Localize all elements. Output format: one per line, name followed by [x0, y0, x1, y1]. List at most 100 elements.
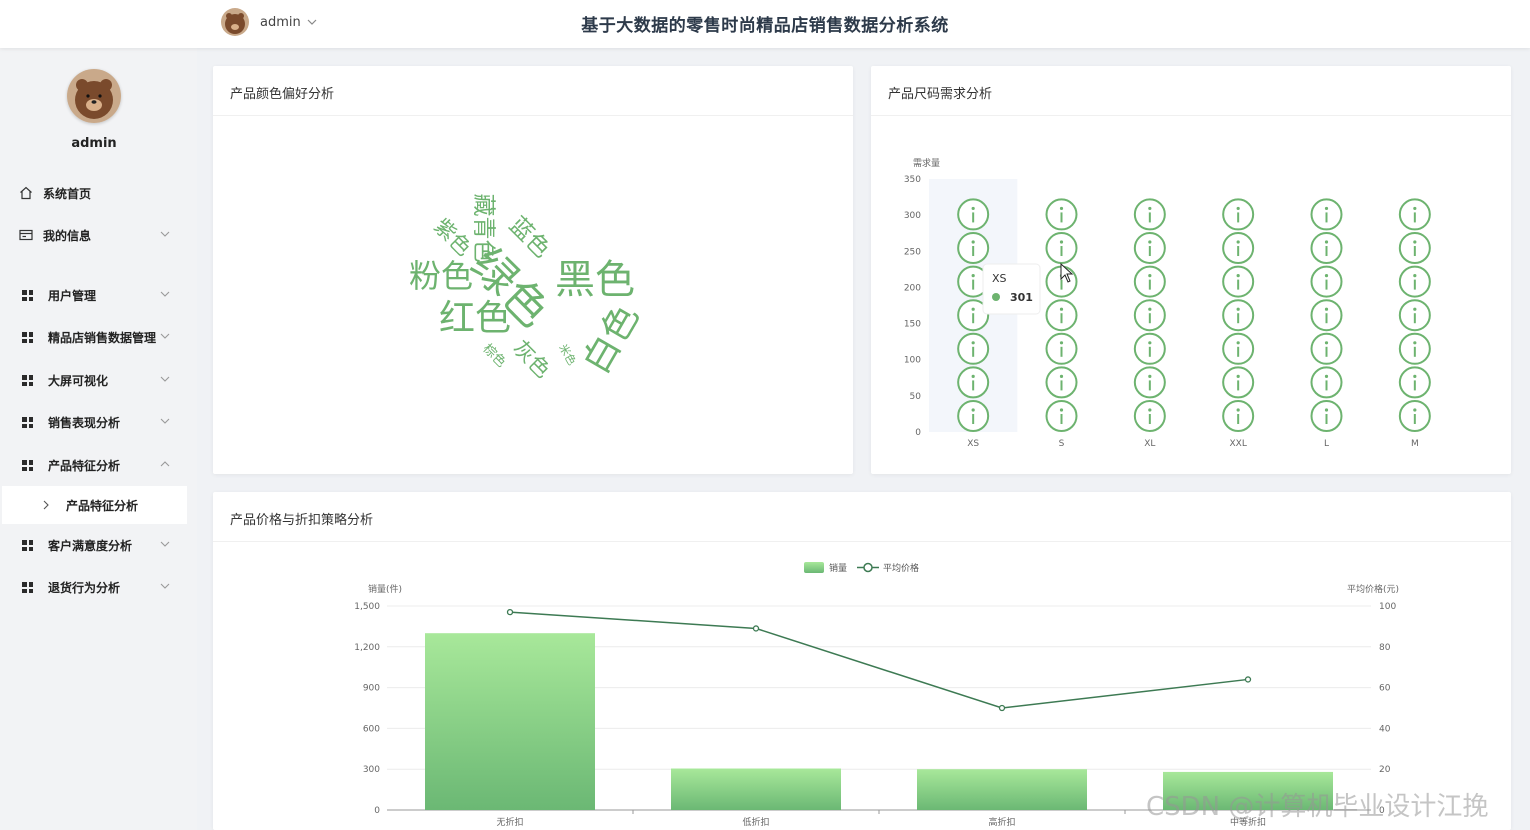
y-tick-label: 200 [904, 283, 921, 293]
info-icon-dot [971, 374, 975, 379]
color-preference-card: 产品颜色偏好分析 绿色 黑色 白色 红色 粉色 藏青色 蓝色 紫色 灰色 棕色 米色 [213, 66, 853, 474]
top-header: admin 基于大数据的零售时尚精品店销售数据分析系统 [0, 0, 1530, 48]
y-tick-label: 350 [904, 175, 921, 185]
chevron-down-icon [160, 541, 170, 547]
bar [671, 768, 841, 810]
chevron-down-icon [160, 583, 170, 589]
info-icon-dot [1324, 274, 1329, 278]
avg-price-line [509, 611, 1249, 709]
info-icon-dot [1324, 374, 1329, 379]
y-tick-right: 40 [1379, 724, 1391, 734]
x-tick-label: L [1324, 439, 1329, 449]
chevron-down-icon [160, 231, 170, 237]
size-demand-chart: 需求量050100150200250300350XS S XL XXL L MXS301 [904, 157, 1431, 449]
info-icon-dot [1236, 408, 1240, 412]
y-tick-left: 0 [374, 806, 380, 816]
size-bar [1398, 198, 1431, 432]
legend-line-marker [863, 562, 873, 573]
info-icon-dot [1236, 274, 1240, 278]
price-discount-card: 产品价格与折扣策略分析 销量 平均价格 销量(件) 平均价格(元) 0 0 300 20 600… [213, 492, 1511, 830]
x-tick-label: 低折扣 [742, 816, 769, 828]
info-icon-dot [1148, 374, 1152, 379]
tooltip-marker [992, 293, 1000, 301]
x-tick-label: XXL [1229, 439, 1246, 449]
info-icon-dot [1324, 341, 1329, 345]
sidebar-item-home[interactable]: 系统首页 [0, 175, 188, 211]
info-icon-dot [1236, 374, 1240, 379]
info-icon-dot [971, 206, 975, 211]
wordcloud-word: 米色 [556, 341, 579, 367]
size-bar [1045, 198, 1078, 432]
sidebar-item-customer-satisfaction[interactable]: 客户满意度分析 [0, 527, 188, 563]
sidebar-item-my-info[interactable]: 我的信息 [0, 217, 188, 253]
y-tick-label: 250 [904, 247, 921, 257]
chevron-down-icon [160, 291, 170, 297]
info-icon-dot [1059, 307, 1064, 311]
sidebar-subitem-product-features[interactable]: 产品特征分析 [2, 486, 187, 524]
sidebar-item-return-behavior[interactable]: 退货行为分析 [0, 569, 188, 605]
line-point [506, 608, 514, 616]
x-tick-label: XS [967, 439, 979, 449]
info-icon-dot [1059, 206, 1064, 211]
info-icon-dot [1059, 341, 1064, 345]
line-point [1244, 676, 1252, 683]
wordcloud-word: 红色 [439, 298, 511, 339]
info-icon-dot [971, 307, 975, 311]
info-icon-dot [971, 274, 975, 278]
size-demand-card: 产品尺码需求分析 需求量 0 50 100 150 200 250 300 350 XS S XL XX… [871, 66, 1511, 474]
legend-label: 平均价格 [883, 562, 919, 574]
y-tick-left: 600 [363, 724, 380, 734]
info-icon-dot [1059, 374, 1064, 379]
wordcloud-word: 黑色 [555, 257, 635, 303]
info-icon-dot [1324, 206, 1329, 211]
size-bar [1310, 198, 1343, 432]
wordcloud-word: 粉色 [409, 257, 473, 295]
y-tick-label: 100 [904, 356, 921, 366]
chevron-down-icon [160, 418, 170, 424]
line-point [752, 625, 760, 632]
y-tick-left: 300 [363, 765, 380, 775]
sidebar-item-user-management[interactable]: 用户管理 [0, 277, 188, 313]
info-icon-dot [1059, 408, 1064, 412]
sidebar-item-sales-data-management[interactable]: 精品店销售数据管理 [0, 319, 188, 355]
info-icon-dot [1236, 240, 1240, 244]
app-title: 基于大数据的零售时尚精品店销售数据分析系统 [581, 16, 949, 36]
info-icon-dot [1413, 374, 1417, 379]
sidebar-item-product-features[interactable]: 产品特征分析 [0, 447, 188, 483]
price-discount-chart: 销量 平均价格销量(件) 平均价格(元)0 0300 20600 40900 601,200… [354, 562, 1399, 828]
grid-icon [22, 460, 33, 471]
sidebar-item-sales-performance[interactable]: 销售表现分析 [0, 404, 188, 440]
grid-icon [22, 582, 33, 593]
line-point [998, 704, 1006, 712]
info-icon-dot [1413, 240, 1417, 244]
info-icon-dot [1413, 274, 1417, 278]
legend-bar-swatch [804, 562, 824, 573]
info-icon-dot [1148, 341, 1152, 345]
size-bar [1222, 198, 1255, 432]
wordcloud-word: 灰色 [508, 336, 555, 383]
info-icon-dot [1324, 240, 1329, 244]
y-tick-label: 150 [904, 320, 921, 330]
y-axis-label: 需求量 [913, 157, 940, 169]
y-axis-left-label: 销量(件) [368, 583, 402, 595]
y-tick-left: 900 [363, 684, 380, 694]
grid-icon [22, 417, 33, 428]
profile-avatar [67, 69, 121, 123]
size-bar [1133, 198, 1166, 432]
sidebar-item-big-screen[interactable]: 大屏可视化 [0, 362, 188, 398]
y-tick-label: 300 [904, 211, 921, 221]
watermark: CSDN @计算机毕业设计江挽 [1146, 792, 1489, 822]
info-icon-dot [1324, 408, 1329, 412]
tooltip-category: XS [992, 272, 1007, 285]
x-tick-label: 无折扣 [496, 816, 523, 828]
chevron-down-icon [160, 376, 170, 382]
info-icon-dot [1148, 408, 1152, 412]
wordcloud-word: 紫色 [429, 214, 476, 261]
x-tick-label: XL [1144, 439, 1155, 449]
info-icon-dot [1148, 206, 1152, 211]
info-icon-dot [1236, 206, 1240, 211]
id-card-icon [19, 229, 33, 241]
y-tick-right: 80 [1379, 643, 1391, 653]
y-tick-left: 1,500 [354, 602, 380, 612]
sidebar: admin 系统首页 我的信息 用户管理 精品店销售数据管理 大屏可视化 销售表… [0, 48, 197, 830]
